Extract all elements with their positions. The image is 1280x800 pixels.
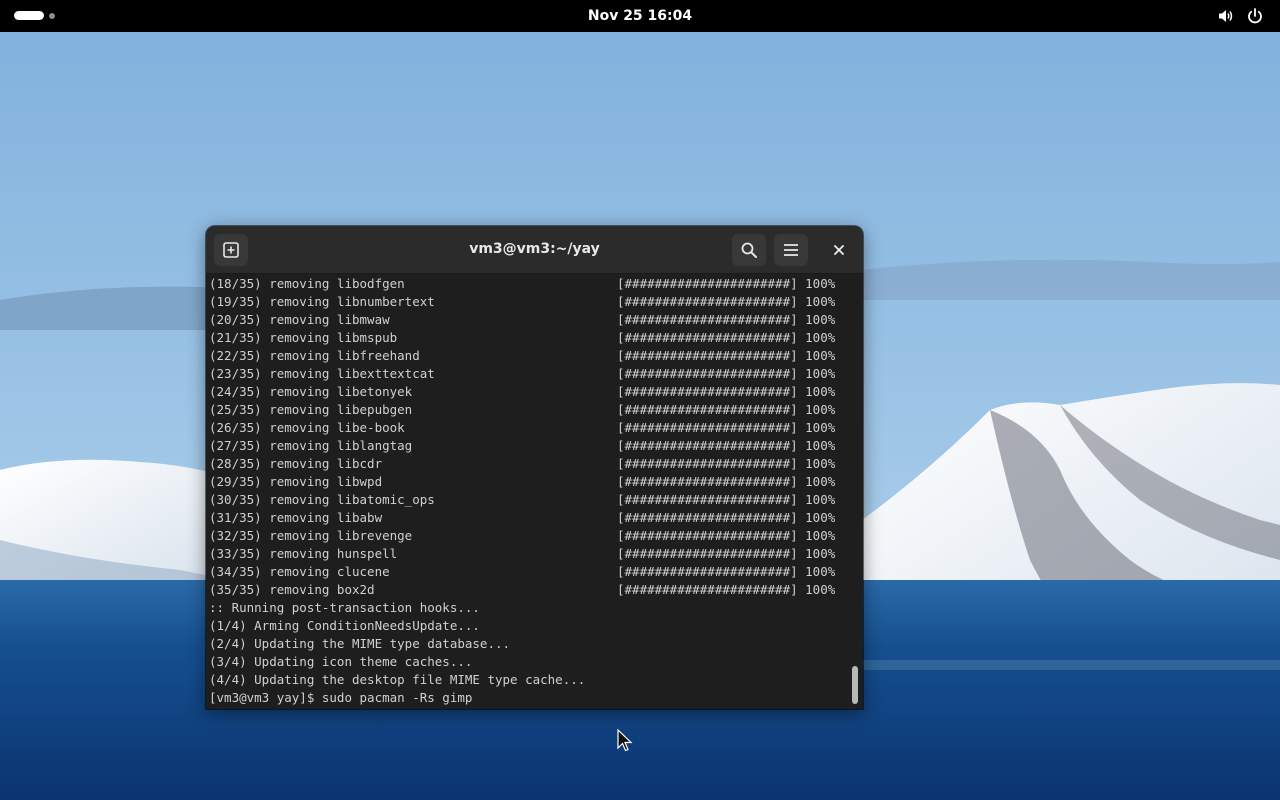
terminal-line: (4/4) Updating the desktop file MIME typ… [209,672,586,687]
terminal-line: (3/4) Updating icon theme caches... [209,654,473,669]
progress-text: [######################] 100% [617,456,836,471]
terminal-line: (1/4) Arming ConditionNeedsUpdate... [209,618,480,633]
terminal-window[interactable]: vm3@vm3:~/yay (18/35) removing libodfgen… [206,226,863,709]
terminal-line: (35/35) removing box2d [209,582,375,597]
progress-text: [######################] 100% [617,402,836,417]
terminal-line: (28/35) removing libcdr [209,456,383,471]
close-icon [834,245,844,255]
scrollbar-thumb[interactable] [852,666,858,704]
terminal-line: (34/35) removing clucene [209,564,390,579]
progress-text: [######################] 100% [617,564,836,579]
progress-text: [######################] 100% [617,330,836,345]
progress-text: [######################] 100% [617,384,836,399]
progress-text: [######################] 100% [617,276,836,291]
progress-text: [######################] 100% [617,528,836,543]
terminal-line: (25/35) removing libepubgen [209,402,413,417]
progress-text: [######################] 100% [617,312,836,327]
progress-text: [######################] 100% [617,420,836,435]
terminal-line: :: Running post-transaction hooks... [209,600,480,615]
progress-text: [######################] 100% [617,366,836,381]
top-bar: Nov 25 16:04 [0,0,1280,32]
progress-text: [######################] 100% [617,294,836,309]
terminal-line: (30/35) removing libatomic_ops [209,492,435,507]
hamburger-menu-icon [784,244,798,256]
power-icon[interactable] [1246,7,1264,25]
progress-text: [######################] 100% [617,348,836,363]
volume-icon[interactable] [1217,7,1235,25]
terminal-line: (27/35) removing liblangtag [209,438,413,453]
search-icon [741,242,757,258]
progress-text: [######################] 100% [617,510,836,525]
main-menu-button[interactable] [774,234,808,266]
new-tab-icon [223,242,239,258]
mouse-pointer-icon [617,729,633,752]
progress-text: [######################] 100% [617,546,836,561]
progress-text: [######################] 100% [617,438,836,453]
terminal-line: (22/35) removing libfreehand [209,348,420,363]
terminal-line: (20/35) removing libmwaw [209,312,390,327]
terminal-line: (32/35) removing librevenge [209,528,413,543]
terminal-line: (26/35) removing libe-book [209,420,405,435]
new-tab-button[interactable] [214,234,248,266]
terminal-line: (29/35) removing libwpd [209,474,383,489]
terminal-line: (24/35) removing libetonyek [209,384,413,399]
close-button[interactable] [827,238,851,262]
window-title: vm3@vm3:~/yay [469,241,600,257]
clock[interactable]: Nov 25 16:04 [588,8,692,24]
terminal-line: (31/35) removing libabw [209,510,383,525]
terminal-headerbar[interactable]: vm3@vm3:~/yay [206,226,863,274]
terminal-line: (33/35) removing hunspell [209,546,398,561]
progress-text: [######################] 100% [617,492,836,507]
terminal-output[interactable]: (18/35) removing libodfgen [#############… [206,274,863,709]
shell-prompt[interactable]: [vm3@vm3 yay]$ sudo pacman -Rs gimp [209,689,472,707]
inactive-workspace-indicator[interactable] [49,13,55,19]
active-workspace-indicator[interactable] [14,11,44,20]
terminal-line: (23/35) removing libexttextcat [209,366,435,381]
terminal-line: (2/4) Updating the MIME type database... [209,636,511,651]
terminal-line: (21/35) removing libmspub [209,330,398,345]
progress-text: [######################] 100% [617,474,836,489]
search-button[interactable] [732,234,766,266]
terminal-line: (18/35) removing libodfgen [209,276,405,291]
terminal-line: (19/35) removing libnumbertext [209,294,435,309]
progress-text: [######################] 100% [617,582,836,597]
